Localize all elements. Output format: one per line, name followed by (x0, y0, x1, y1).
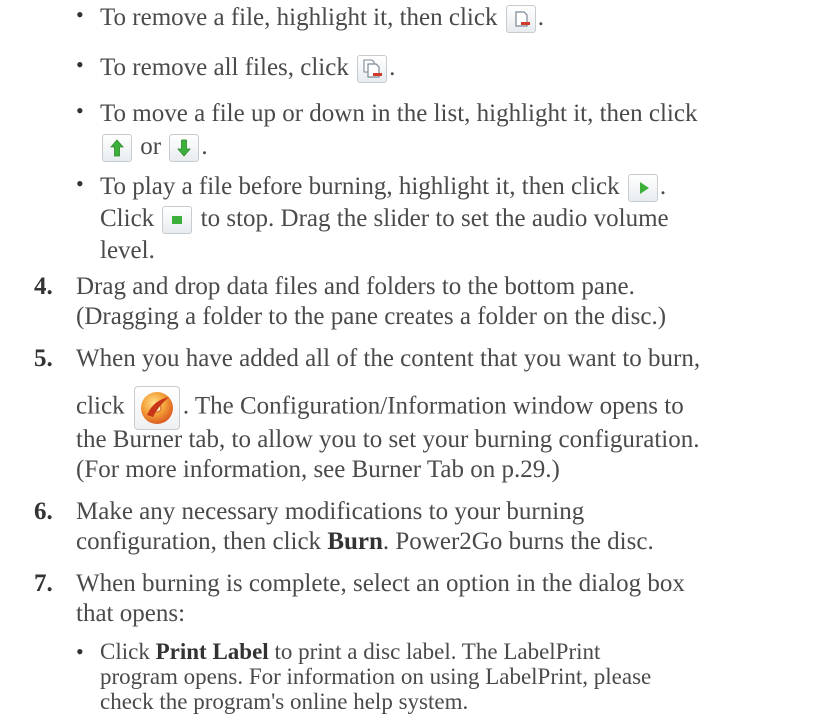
bullet-move-line2: or . (100, 132, 208, 163)
step-text: configuration, then click (76, 528, 328, 555)
bullet-dot: • (76, 171, 84, 196)
play-icon (627, 174, 658, 203)
sub-bullet-line1: Click Print Label to print a disc label.… (100, 640, 600, 664)
step-number: 6. (34, 498, 53, 525)
burn-icon (133, 386, 180, 430)
bullet-dot: • (76, 2, 84, 27)
bullet-text-end: . (201, 133, 208, 160)
bullet-play-line1: To play a file before burning, highlight… (100, 172, 667, 203)
step-6-line1: Make any necessary modifications to your… (76, 498, 585, 525)
bullet-text-end: . (389, 54, 396, 81)
sub-bullet-line2: program opens. For information on using … (100, 664, 652, 689)
bullet-dot: • (76, 639, 84, 664)
bullet-text-end: to stop. Drag the slider to set the audi… (194, 205, 669, 232)
burn-label: Burn (327, 528, 383, 555)
bullet-play-line2: Click to stop. Drag the slider to set th… (100, 204, 669, 235)
step-7-line1: When burning is complete, select an opti… (76, 570, 685, 597)
step-text: click (76, 392, 131, 420)
bullet-remove-all: To remove all files, click . (100, 53, 396, 84)
remove-all-files-icon (357, 55, 388, 84)
step-7-line2: that opens: (76, 600, 186, 627)
step-number: 7. (34, 570, 53, 597)
step-number: 4. (34, 273, 53, 300)
step-6-line2: configuration, then click Burn. Power2Go… (76, 527, 654, 557)
move-up-icon (102, 134, 132, 163)
bullet-text-end: . (537, 4, 544, 31)
sub-bullet-text-end: to print a disc label. The LabelPrint (268, 639, 601, 664)
step-4-line1: Drag and drop data files and folders to … (76, 273, 635, 300)
step-4-line2: (Dragging a folder to the pane creates a… (76, 303, 667, 330)
step-5-line1: When you have added all of the content t… (76, 345, 701, 372)
bullet-dot: • (76, 98, 84, 123)
bullet-text: Click (100, 205, 161, 232)
sub-bullet-text: Click (100, 639, 156, 664)
step-number: 5. (34, 345, 53, 372)
or-text: or (140, 133, 162, 160)
sub-bullet-line3: check the program's online help system. (100, 689, 469, 714)
step-5-line2: click . The Configuration/Information wi… (76, 386, 684, 430)
remove-file-icon (505, 5, 536, 34)
step-text-end: . The Configuration/Information window o… (182, 392, 684, 420)
stop-icon (162, 206, 193, 235)
step-text-end: . Power2Go burns the disc. (382, 528, 654, 555)
move-down-icon (169, 134, 200, 163)
step-5-line4: (For more information, see Burner Tab on… (76, 456, 560, 483)
bullet-text: To remove all files, click (100, 54, 356, 81)
step-5-line3: the Burner tab, to allow you to set your… (76, 426, 700, 453)
bullet-text-end: . (659, 173, 667, 200)
bullet-play-line3: level. (100, 237, 155, 264)
bullet-move-line1: To move a file up or down in the list, h… (100, 100, 698, 127)
bullet-remove-file: To remove a file, highlight it, then cli… (100, 3, 544, 34)
print-label-text: Print Label (155, 639, 269, 664)
bullet-dot: • (76, 52, 84, 77)
bullet-text: To play a file before burning, highlight… (100, 173, 626, 200)
bullet-text: To remove a file, highlight it, then cli… (100, 4, 504, 31)
